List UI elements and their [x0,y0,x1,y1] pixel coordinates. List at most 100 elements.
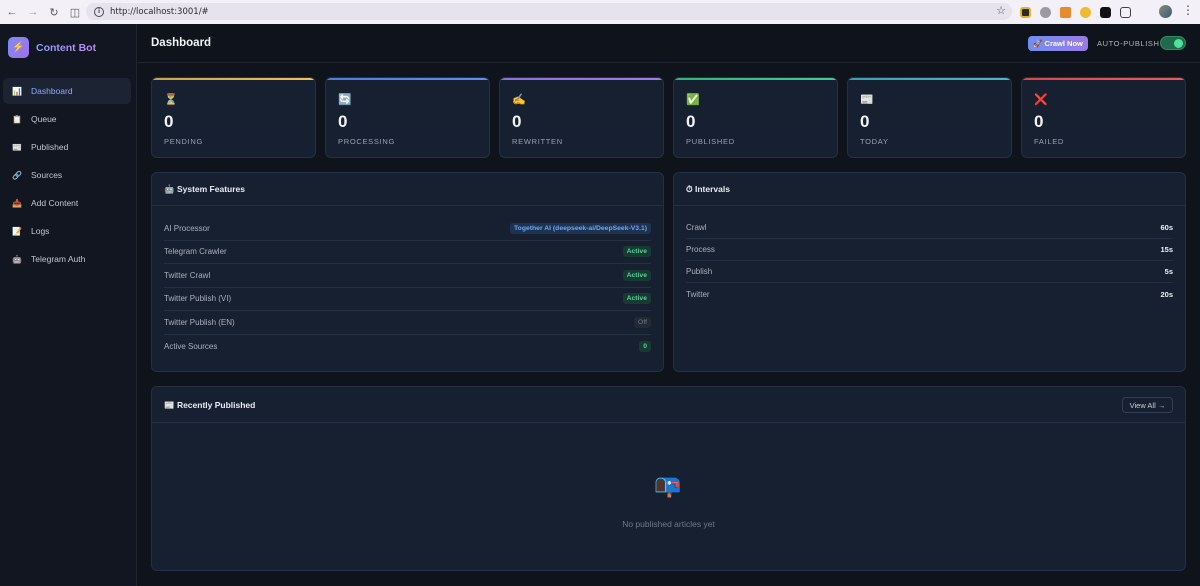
reload-icon[interactable]: ↻ [45,3,63,21]
stat-card-rewritten: ✍ 0 REWRITTEN [499,77,664,158]
stat-value: 0 [338,112,348,131]
extension-icon[interactable] [1080,6,1091,18]
check-mark-icon: ✅ [686,94,700,106]
stat-label: TODAY [860,137,889,146]
sidebar-item-label: Sources [31,170,63,180]
crawl-now-button[interactable]: 🚀 Crawl Now [1028,36,1088,51]
feature-label: Twitter Publish (VI) [164,294,232,304]
sidebar-item-label: Queue [31,114,57,124]
stat-value: 0 [1034,112,1044,131]
memo-icon: 📝 [12,226,22,236]
extension-icon[interactable] [1020,6,1031,18]
sidebar-item-queue[interactable]: 📋 Queue [3,106,131,132]
panel-title: ⏱ Intervals [686,184,730,194]
interval-row: Crawl 60s [686,217,1173,239]
interval-value: 15s [1160,245,1173,254]
inbox-icon: 📥 [12,198,22,208]
status-badge: Together AI (deepseek-ai/DeepSeek-V3.1) [510,222,651,234]
feature-label: AI Processor [164,223,210,233]
address-bar[interactable]: i http://localhost:3001/# ☆ [86,3,1012,20]
interval-value: 20s [1160,289,1173,299]
sidebar-item-add-content[interactable]: 📥 Add Content [3,190,131,216]
bookmark-star-icon[interactable]: ☆ [996,4,1006,17]
writing-hand-icon: ✍ [512,94,526,106]
profile-avatar[interactable] [1159,5,1172,18]
divider [152,205,663,206]
stat-card-failed: ❌ 0 FAILED [1021,77,1186,158]
brand[interactable]: ⚡ Content Bot [8,37,96,58]
system-features-panel: 🤖 System Features AI Processor Together … [151,172,664,372]
feature-row: Twitter Publish (VI) Active [164,288,651,311]
stat-value: 0 [686,112,696,131]
site-info-icon[interactable]: i [94,6,104,17]
divider [152,422,1185,423]
stat-accent-bar [152,78,315,80]
stat-accent-bar [674,78,837,80]
sidebar-item-dashboard[interactable]: 📊 Dashboard [3,78,131,104]
stat-accent-bar [848,78,1011,80]
sidebar-item-logs[interactable]: 📝 Logs [3,218,131,244]
interval-label: Crawl [686,223,707,232]
browser-menu-icon[interactable]: ⋮ [1182,3,1194,17]
panel-title: 📰 Recently Published [164,400,256,410]
back-icon[interactable]: ← [3,3,21,21]
split-view-icon[interactable]: ◫ [66,3,84,21]
app: ⚡ Content Bot 📊 Dashboard 📋 Queue 📰 Publ… [0,24,1200,586]
interval-label: Twitter [686,289,710,299]
view-all-button[interactable]: View All → [1122,397,1173,413]
auto-publish-toggle[interactable] [1160,36,1186,50]
feature-label: Twitter Crawl [164,270,211,280]
stat-card-published: ✅ 0 PUBLISHED [673,77,838,158]
brand-name: Content Bot [36,41,97,54]
stat-label: PROCESSING [338,137,396,146]
metamask-icon[interactable] [1060,6,1071,18]
empty-state-text: No published articles yet [622,519,715,529]
interval-label: Process [686,245,715,254]
topbar: Dashboard 🚀 Crawl Now AUTO-PUBLISH [137,24,1200,63]
extension-icon[interactable] [1100,6,1111,18]
extensions-area [1020,4,1131,20]
newspaper-icon: 📰 [860,94,874,106]
panel-title: 🤖 System Features [164,184,245,194]
stat-value: 0 [860,112,870,131]
feature-row: Twitter Publish (EN) Off [164,311,651,335]
newspaper-icon: 📰 [12,142,22,152]
feature-row: Telegram Crawler Active [164,241,651,264]
interval-row: Publish 5s [686,261,1173,283]
stat-value: 0 [164,112,174,131]
cross-mark-icon: ❌ [1034,94,1048,106]
feature-row: AI Processor Together AI (deepseek-ai/De… [164,217,651,241]
stat-label: PENDING [164,137,204,146]
forward-icon[interactable]: → [24,3,42,21]
auto-publish-label: AUTO-PUBLISH [1097,39,1160,48]
status-badge: Active [622,293,651,305]
sidebar-item-label: Published [31,142,69,152]
stat-card-pending: ⏳ 0 PENDING [151,77,316,158]
sidebar-item-telegram-auth[interactable]: 🤖 Telegram Auth [3,246,131,272]
interval-value: 5s [1164,267,1173,276]
browser-toolbar: ← → ↻ ◫ i http://localhost:3001/# ☆ ⋮ [0,0,1200,24]
sidebar-nav: 📊 Dashboard 📋 Queue 📰 Published 🔗 Source… [3,78,131,274]
feature-row: Active Sources 0 [164,335,651,359]
stat-card-today: 📰 0 TODAY [847,77,1012,158]
toggle-knob [1174,39,1183,48]
stat-accent-bar [1022,78,1185,80]
sidebar-item-label: Logs [31,226,50,236]
stat-card-processing: 🔄 0 PROCESSING [325,77,490,158]
interval-row: Twitter 20s [686,283,1173,305]
stat-label: REWRITTEN [512,137,563,146]
feature-label: Active Sources [164,341,218,351]
extension-icon[interactable] [1040,6,1051,18]
sidebar-item-label: Add Content [31,198,79,208]
recently-published-panel: 📰 Recently Published View All → 📭 No pub… [151,386,1186,571]
puzzle-icon[interactable] [1120,6,1131,18]
bolt-icon: ⚡ [8,37,29,58]
feature-label: Telegram Crawler [164,247,227,257]
clipboard-icon: 📋 [12,114,22,124]
sidebar-item-published[interactable]: 📰 Published [3,134,131,160]
status-badge: Off [634,316,651,328]
sidebar: ⚡ Content Bot 📊 Dashboard 📋 Queue 📰 Publ… [0,24,137,586]
stat-accent-bar [326,78,489,80]
stat-value: 0 [512,112,522,131]
sidebar-item-sources[interactable]: 🔗 Sources [3,162,131,188]
